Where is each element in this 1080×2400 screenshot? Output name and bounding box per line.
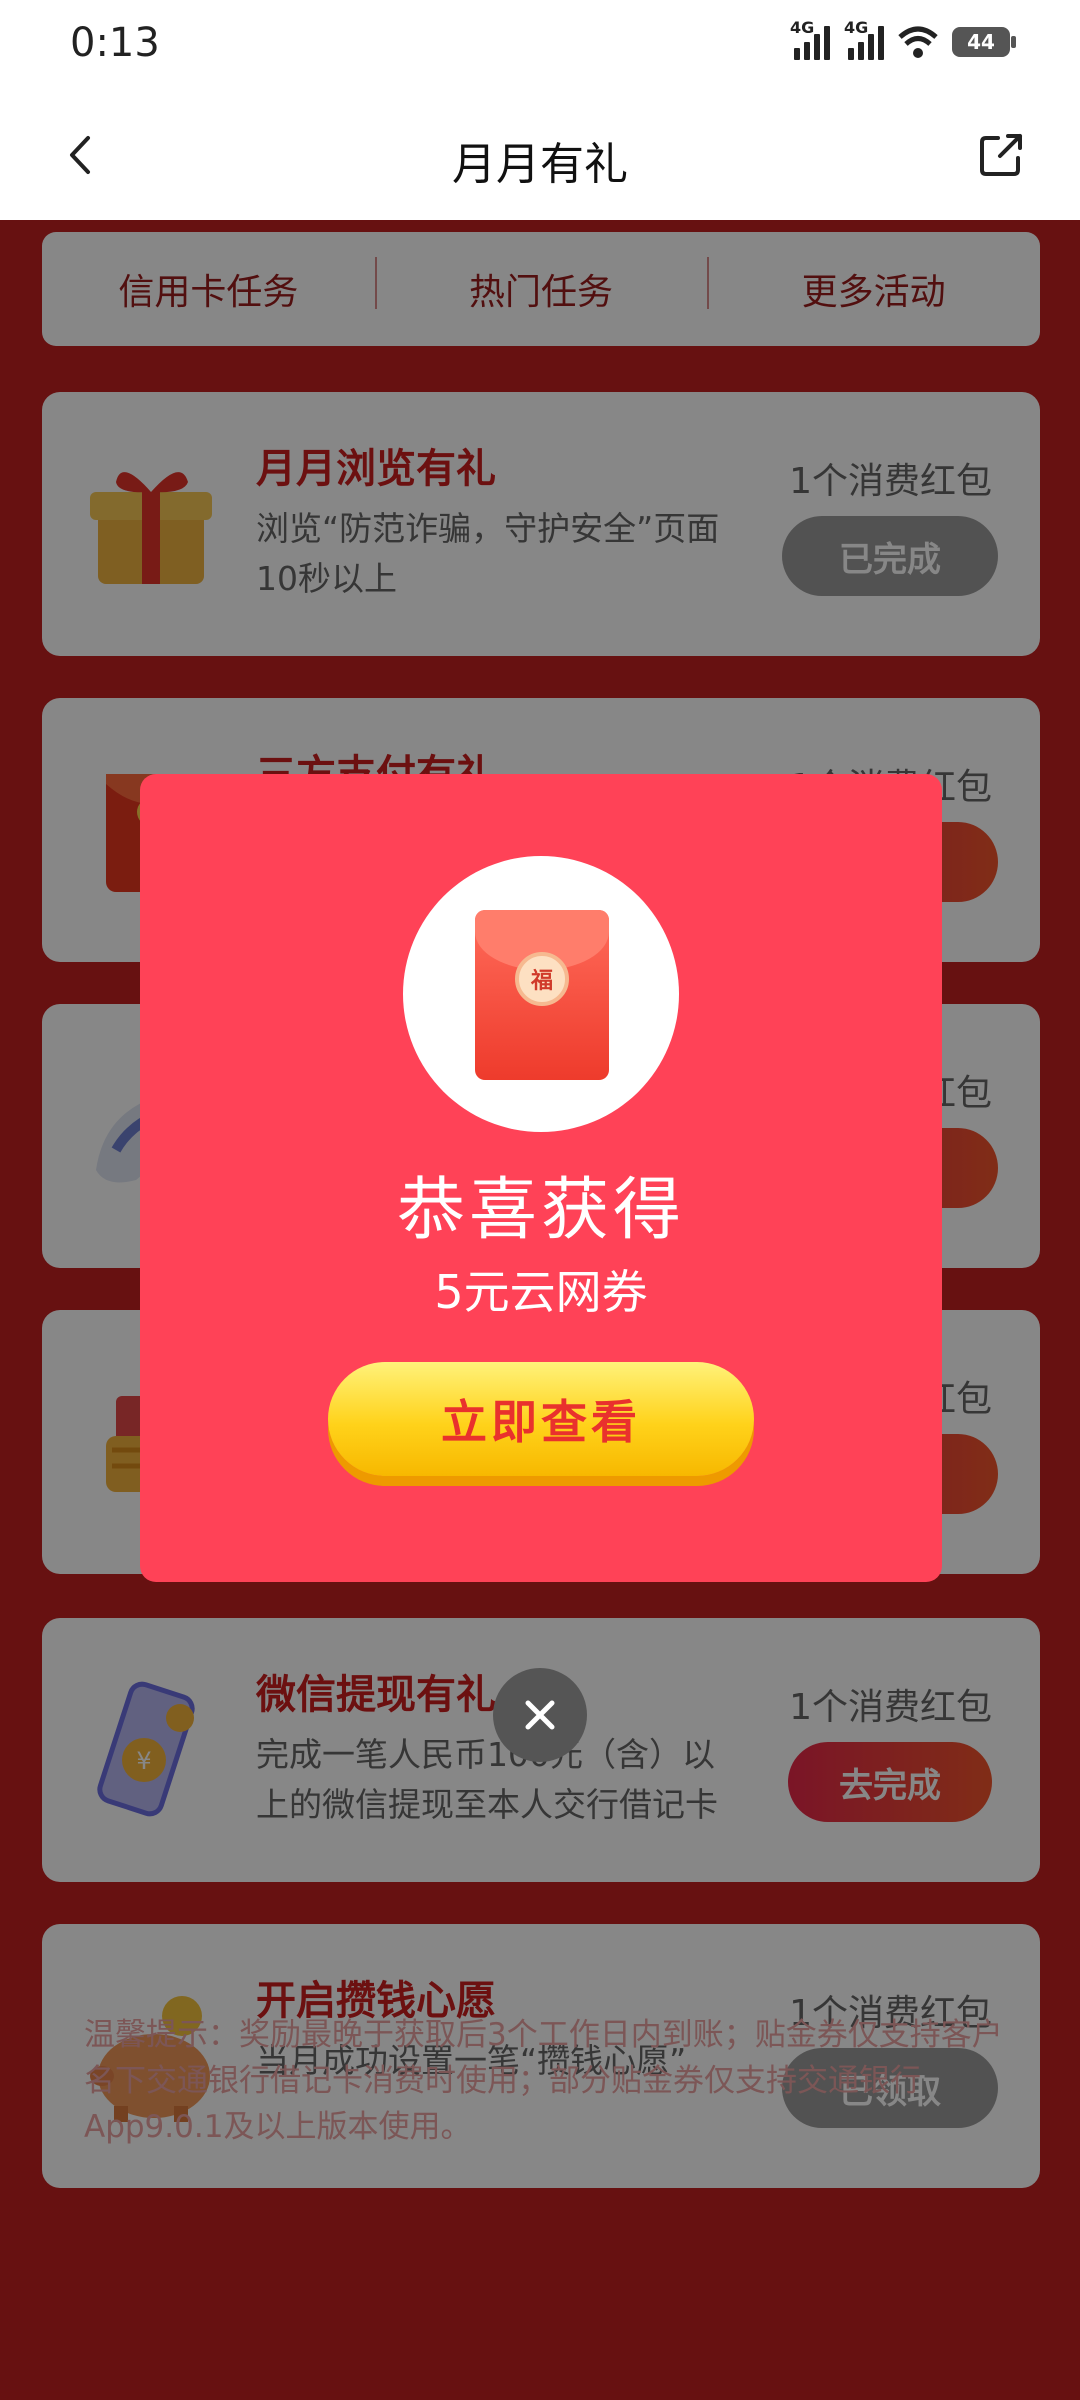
- page-title: 月月有礼: [452, 139, 628, 190]
- popup-title: 恭喜获得: [396, 1171, 685, 1250]
- wifi-icon: [898, 26, 938, 58]
- signal-icon: 4G: [790, 18, 830, 60]
- envelope-circle: 福: [403, 856, 679, 1132]
- battery-level: 44: [967, 30, 995, 54]
- signal-icon: 4G: [844, 18, 884, 60]
- nav-bar: 月月有礼: [0, 90, 1080, 220]
- red-envelope-icon: 福: [475, 910, 609, 1080]
- network-type-label: 4G: [790, 18, 815, 37]
- share-icon[interactable]: [976, 130, 1026, 180]
- status-time: 0:13: [70, 20, 160, 66]
- status-bar: 0:13 4G 4G 44: [0, 0, 1080, 90]
- envelope-seal: 福: [515, 952, 569, 1006]
- popup-reward-text: 5元云网券: [434, 1265, 648, 1319]
- close-icon[interactable]: [493, 1668, 587, 1762]
- battery-icon: 44: [952, 27, 1016, 57]
- reward-popup: 福 恭喜获得 5元云网券 立即查看: [140, 774, 942, 1582]
- status-icons: 4G 4G 44: [790, 18, 1016, 60]
- network-type-label: 4G: [844, 18, 869, 37]
- view-now-button[interactable]: 立即查看: [328, 1362, 754, 1476]
